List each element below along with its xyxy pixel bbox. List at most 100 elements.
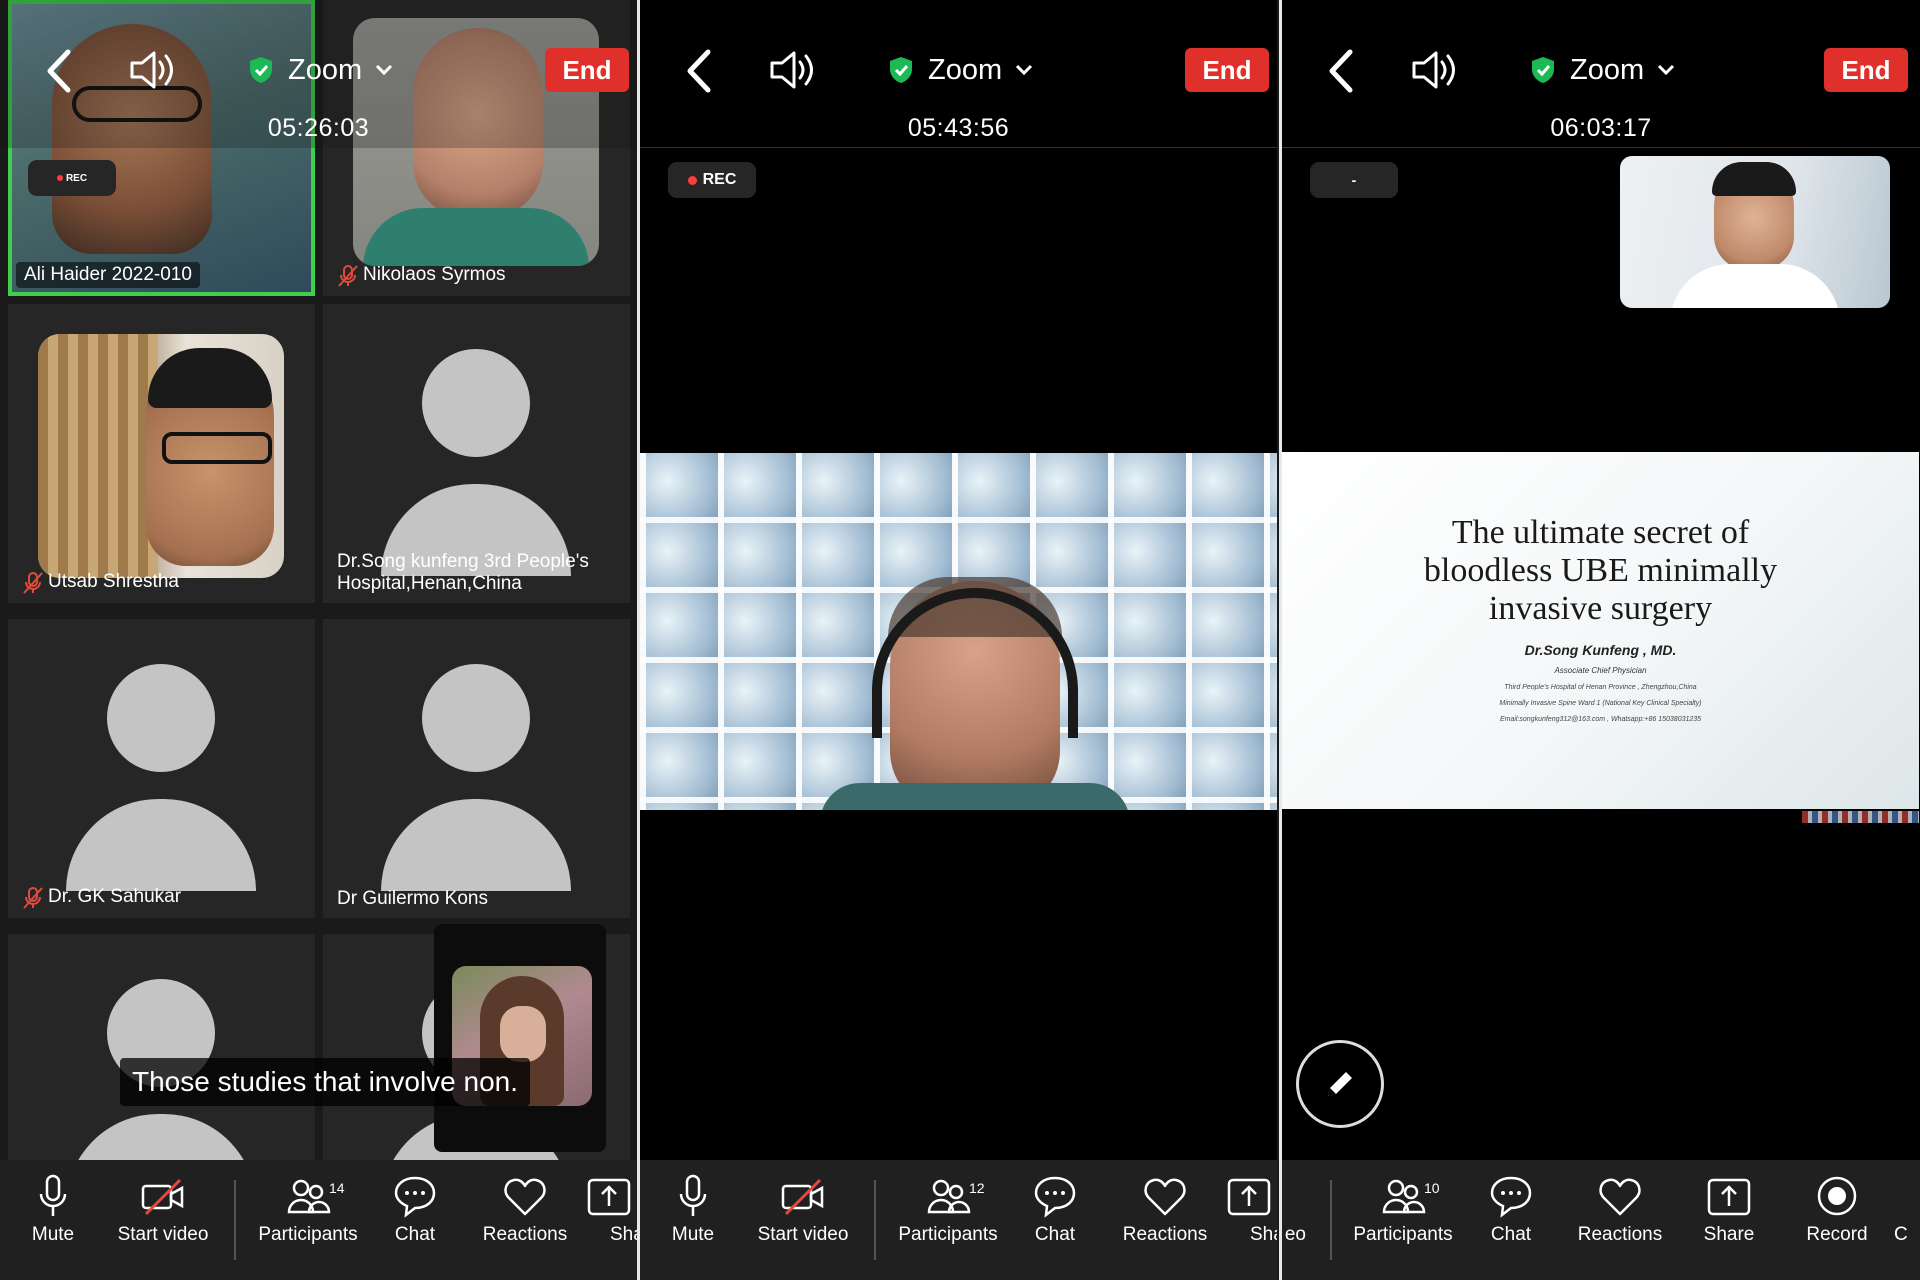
slide-role: Associate Chief Physician: [1554, 666, 1647, 675]
participant-name-line2: Hospital,Henan,China: [337, 573, 522, 594]
back-arrow-icon[interactable]: [40, 46, 80, 96]
participants-icon: [287, 1179, 331, 1214]
more-button[interactable]: C: [1894, 1174, 1920, 1246]
shield-check-icon: [250, 57, 272, 83]
panel-divider: [637, 0, 640, 1280]
participant-name-label: Dr. GK Sahukar: [22, 886, 181, 910]
avatar-placeholder-body: [381, 799, 571, 891]
participant-video: [38, 334, 284, 578]
meeting-top-bar: Zoom End 06:03:17: [1282, 0, 1920, 148]
speaker-icon[interactable]: [768, 48, 816, 92]
top-bar-divider: [640, 147, 1277, 148]
start-video-label: Start video: [757, 1224, 849, 1245]
avatar-placeholder-head: [422, 349, 530, 457]
heart-icon: [1599, 1178, 1641, 1216]
participant-shirt: [363, 208, 589, 266]
mute-button[interactable]: Mute: [640, 1174, 748, 1246]
participant-name-label: Dr Guilermo Kons: [337, 888, 488, 910]
start-video-label: Start video: [117, 1224, 209, 1245]
participants-button[interactable]: Participants 14: [253, 1174, 363, 1246]
end-meeting-button[interactable]: End: [545, 48, 629, 92]
slide-title-line1: The ultimate secret of: [1451, 514, 1750, 551]
meeting-timer: 05:26:03: [267, 114, 370, 142]
participant-hands: [500, 1006, 546, 1062]
chat-button[interactable]: Chat: [1456, 1174, 1566, 1246]
shared-screen-slide[interactable]: The ultimate secret of bloodless UBE min…: [1282, 452, 1919, 809]
reactions-button[interactable]: Reactions: [1110, 1174, 1220, 1246]
video-button[interactable]: eo: [1282, 1174, 1306, 1246]
meeting-title: Zoom: [1570, 53, 1645, 86]
chat-icon: [1034, 1176, 1076, 1218]
participant-name-label: Utsab Shrestha: [22, 571, 179, 595]
reactions-button[interactable]: Reactions: [470, 1174, 580, 1246]
slide-contact: Email:songkunfeng312@163.com , Whatsapp:…: [1499, 716, 1702, 723]
record-button[interactable]: Record: [1782, 1174, 1892, 1246]
chat-button[interactable]: Chat: [360, 1174, 470, 1246]
microphone-icon: [679, 1174, 707, 1216]
heart-icon: [1144, 1178, 1186, 1216]
meeting-top-bar: Zoom End 05:26:03: [0, 0, 637, 148]
participants-count-badge: 10: [1424, 1180, 1440, 1196]
mute-button[interactable]: Mute: [0, 1174, 108, 1246]
video-tile[interactable]: Dr.Song kunfeng 3rd People's Hospital,He…: [323, 304, 630, 603]
participants-button[interactable]: Participants 12: [893, 1174, 1003, 1246]
more-label: C: [1894, 1224, 1908, 1245]
participant-shirt: [1670, 264, 1840, 308]
participants-count-badge: 12: [969, 1180, 985, 1196]
speaker-thumbnail[interactable]: [1620, 156, 1890, 308]
screen-share-taskbar-strip: [1802, 811, 1919, 823]
back-arrow-icon[interactable]: [1322, 46, 1362, 96]
participant-name: Utsab Shrestha: [48, 571, 179, 592]
share-icon: [1227, 1178, 1271, 1216]
participant-hair: [148, 348, 272, 408]
live-caption: Those studies that involve non.: [120, 1058, 531, 1106]
share-icon: [1707, 1178, 1751, 1216]
share-button[interactable]: Share: [1674, 1174, 1784, 1246]
meeting-title-dropdown[interactable]: Zoom: [1530, 50, 1676, 90]
speaker-icon[interactable]: [128, 48, 176, 92]
slide-title-line3: invasive surgery: [1488, 590, 1713, 627]
share-icon: [587, 1178, 631, 1216]
start-video-button[interactable]: Start video: [748, 1174, 858, 1246]
shield-check-icon: [1532, 57, 1554, 83]
chat-label: Chat: [1490, 1224, 1532, 1245]
meeting-title: Zoom: [288, 53, 363, 86]
self-view-floating[interactable]: [434, 924, 606, 1152]
chat-icon: [1490, 1176, 1532, 1218]
video-tile[interactable]: Dr Guilermo Kons: [323, 619, 630, 918]
end-meeting-button[interactable]: End: [1824, 48, 1908, 92]
mic-muted-icon: [23, 572, 43, 594]
share-label: Share: [1703, 1224, 1755, 1245]
annotate-button[interactable]: [1296, 1040, 1384, 1128]
participant-name: Dr Guilermo Kons: [337, 888, 488, 909]
end-meeting-button[interactable]: End: [1185, 48, 1269, 92]
meeting-title: Zoom: [928, 53, 1003, 86]
temple-background: [38, 334, 158, 578]
meeting-title-dropdown[interactable]: Zoom: [248, 50, 394, 90]
chat-button[interactable]: Chat: [1000, 1174, 1110, 1246]
share-button[interactable]: Sha: [1220, 1174, 1277, 1246]
speaker-icon[interactable]: [1410, 48, 1458, 92]
mic-muted-icon: [338, 265, 358, 287]
slide-title: The ultimate secret of bloodless UBE min…: [1282, 514, 1919, 628]
meeting-title-dropdown[interactable]: Zoom: [888, 50, 1034, 90]
video-tile[interactable]: [8, 934, 315, 1160]
top-bar-divider: [1282, 147, 1920, 148]
video-tile[interactable]: Utsab Shrestha: [8, 304, 315, 603]
participants-label: Participants: [898, 1224, 998, 1245]
slide-affiliation: Third People's Hospital of Henan Provinc…: [1504, 684, 1697, 691]
meeting-toolbar: eo Participants 10 Chat Reactions Share …: [1282, 1160, 1920, 1280]
start-video-button[interactable]: Start video: [108, 1174, 218, 1246]
reactions-button[interactable]: Reactions: [1565, 1174, 1675, 1246]
video-tile[interactable]: Dr. GK Sahukar: [8, 619, 315, 918]
avatar-placeholder-head: [422, 664, 530, 772]
reactions-label: Reactions: [482, 1224, 568, 1245]
share-button[interactable]: Sha: [580, 1174, 637, 1246]
participants-button[interactable]: Participants 10: [1348, 1174, 1458, 1246]
avatar-placeholder-head: [107, 664, 215, 772]
back-arrow-icon[interactable]: [680, 46, 720, 96]
reactions-label: Reactions: [1122, 1224, 1208, 1245]
chevron-down-icon: [1658, 64, 1675, 76]
recording-indicator: REC: [28, 160, 116, 196]
active-speaker-video[interactable]: [640, 453, 1277, 810]
